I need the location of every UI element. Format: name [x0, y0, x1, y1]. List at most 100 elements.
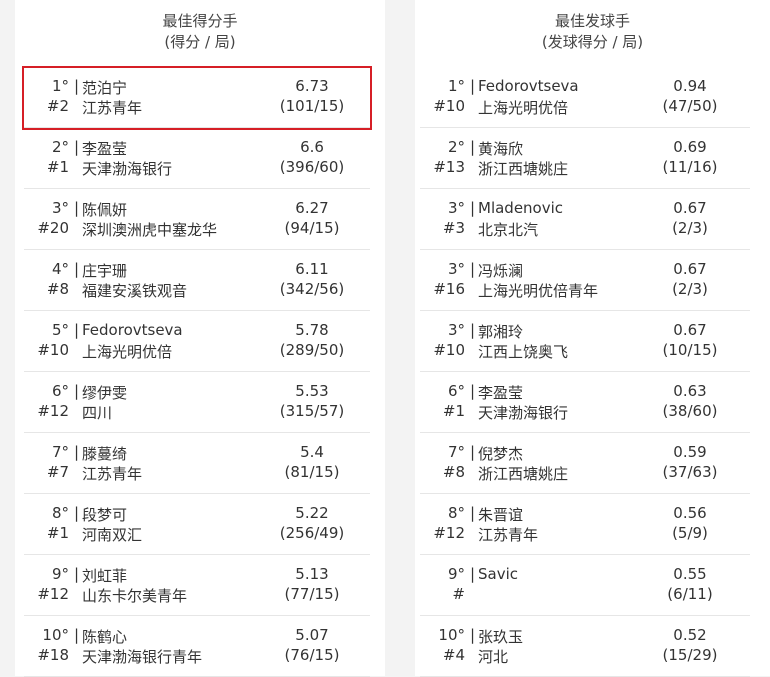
best-scorers-title: 最佳得分手: [162, 12, 238, 30]
stat-fraction: (38/60): [662, 402, 718, 420]
player-row[interactable]: 1° #10 | Fedorovtseva 上海光明优倍 0.94 (47/50): [420, 68, 750, 128]
rank: 10°: [42, 626, 69, 644]
player-row-highlighted[interactable]: 1° #2 | 范泊宁 江苏青年 6.73 (101/15): [22, 66, 372, 130]
rank: 1°: [51, 77, 69, 95]
player-row[interactable]: 3° #10 | 郭湘玲 江西上饶奥飞 0.67 (10/15): [420, 312, 750, 372]
jersey-number: #10: [433, 97, 465, 115]
player-row[interactable]: 6° #12 | 缪伊雯 四川 5.53 (315/57): [24, 373, 370, 433]
jersey-number: #20: [37, 219, 69, 237]
player-row[interactable]: 9° #12 | 刘虹菲 山东卡尔美青年 5.13 (77/15): [24, 556, 370, 616]
team-name: 上海光明优倍青年: [478, 282, 599, 300]
stat-fraction: (11/16): [662, 158, 718, 176]
rank: 7°: [447, 443, 465, 461]
player-row[interactable]: 3° #3 | Mladenovic 北京北汽 0.67 (2/3): [420, 190, 750, 250]
stat-value: 0.52: [673, 626, 707, 644]
stat-value: 0.59: [673, 443, 707, 461]
team-name: 江苏青年: [82, 99, 143, 117]
team-name: 山东卡尔美青年: [82, 587, 188, 605]
team-name: 上海光明优倍: [82, 343, 173, 361]
player-row[interactable]: 6° #1 | 李盈莹 天津渤海银行 0.63 (38/60): [420, 373, 750, 433]
rank: 5°: [51, 321, 69, 339]
best-servers-subtitle: (发球得分 / 局): [541, 33, 644, 51]
rank: 7°: [51, 443, 69, 461]
rank: 2°: [447, 138, 465, 156]
player-row[interactable]: 9° # | Savic 0.55 (6/11): [420, 556, 750, 616]
player-name: 缪伊雯: [82, 384, 128, 402]
jersey-number: #4: [442, 646, 465, 664]
player-name: 李盈莹: [478, 384, 524, 402]
stat-fraction: (47/50): [662, 97, 718, 115]
separator: |: [470, 443, 476, 461]
player-row[interactable]: 8° #12 | 朱晋谊 江苏青年 0.56 (5/9): [420, 495, 750, 555]
player-name: 刘虹菲: [82, 567, 128, 585]
team-name: 北京北汽: [478, 221, 539, 239]
player-row[interactable]: 3° #16 | 冯烁澜 上海光明优倍青年 0.67 (2/3): [420, 251, 750, 311]
player-row[interactable]: 7° #8 | 倪梦杰 浙江西塘姚庄 0.59 (37/63): [420, 434, 750, 494]
jersey-number: #2: [46, 97, 69, 115]
jersey-number: #7: [46, 463, 69, 481]
separator: |: [74, 443, 80, 461]
player-name: 陈鹤心: [82, 628, 128, 646]
rank: 3°: [447, 199, 465, 217]
separator: |: [470, 626, 476, 644]
player-row[interactable]: 7° #7 | 滕蔓绮 江苏青年 5.4 (81/15): [24, 434, 370, 494]
stat-value: 5.78: [295, 321, 329, 339]
stat-value: 5.07: [295, 626, 329, 644]
best-servers-title: 最佳发球手: [554, 12, 630, 30]
stat-fraction: (289/50): [279, 341, 345, 359]
jersey-number: #1: [46, 158, 69, 176]
stat-fraction: (77/15): [284, 585, 340, 603]
team-name: 天津渤海银行: [82, 160, 173, 178]
stat-fraction: (396/60): [279, 158, 345, 176]
stat-value: 0.56: [673, 504, 707, 522]
stat-value: 0.67: [673, 260, 707, 278]
player-name: Fedorovtseva: [82, 321, 183, 339]
team-name: 天津渤海银行: [478, 404, 569, 422]
best-scorers-panel: 最佳得分手 (得分 / 局) 1° #2 | 范泊宁 江苏青年 6.73 (101/15) 2…: [15, 0, 385, 677]
separator: |: [74, 199, 80, 217]
player-name: 庄宇珊: [82, 262, 128, 280]
jersey-number: #1: [442, 402, 465, 420]
rank: 10°: [438, 626, 465, 644]
rank: 3°: [447, 321, 465, 339]
stat-value: 0.63: [673, 382, 707, 400]
stat-fraction: (6/11): [667, 585, 713, 603]
player-name: 黄海欣: [478, 140, 524, 158]
stat-fraction: (10/15): [662, 341, 718, 359]
player-row[interactable]: 4° #8 | 庄宇珊 福建安溪铁观音 6.11 (342/56): [24, 251, 370, 311]
jersey-number: #12: [37, 402, 69, 420]
separator: |: [470, 321, 476, 339]
jersey-number: #8: [46, 280, 69, 298]
separator: |: [74, 504, 80, 522]
player-row[interactable]: 10° #4 | 张玖玉 河北 0.52 (15/29): [420, 617, 750, 677]
player-name: 段梦可: [82, 506, 128, 524]
player-row[interactable]: 5° #10 | Fedorovtseva 上海光明优倍 5.78 (289/50): [24, 312, 370, 372]
rank: 6°: [447, 382, 465, 400]
jersey-number: #8: [442, 463, 465, 481]
rank: 9°: [447, 565, 465, 583]
player-row[interactable]: 2° #1 | 李盈莹 天津渤海银行 6.6 (396/60): [24, 129, 370, 189]
best-servers-header: 最佳发球手 (发球得分 / 局): [415, 0, 770, 68]
separator: |: [470, 565, 476, 583]
separator: |: [74, 260, 80, 278]
player-row[interactable]: 2° #13 | 黄海欣 浙江西塘姚庄 0.69 (11/16): [420, 129, 750, 189]
player-row[interactable]: 8° #1 | 段梦可 河南双汇 5.22 (256/49): [24, 495, 370, 555]
player-row[interactable]: 3° #20 | 陈佩妍 深圳澳洲虎中塞龙华 6.27 (94/15): [24, 190, 370, 250]
player-name: 李盈莹: [82, 140, 128, 158]
stat-value: 5.4: [300, 443, 324, 461]
rank: 2°: [51, 138, 69, 156]
rank: 6°: [51, 382, 69, 400]
team-name: 浙江西塘姚庄: [478, 465, 569, 483]
stat-value: 0.69: [673, 138, 707, 156]
stat-value: 5.53: [295, 382, 329, 400]
stat-fraction: (94/15): [284, 219, 340, 237]
player-name: 陈佩妍: [82, 201, 128, 219]
rank: 8°: [447, 504, 465, 522]
player-name: Fedorovtseva: [478, 77, 579, 95]
stat-fraction: (342/56): [279, 280, 345, 298]
separator: |: [74, 138, 80, 156]
player-name: 朱晋谊: [478, 506, 524, 524]
player-row[interactable]: 10° #18 | 陈鹤心 天津渤海银行青年 5.07 (76/15): [24, 617, 370, 677]
jersey-number: #10: [37, 341, 69, 359]
jersey-number: #1: [46, 524, 69, 542]
